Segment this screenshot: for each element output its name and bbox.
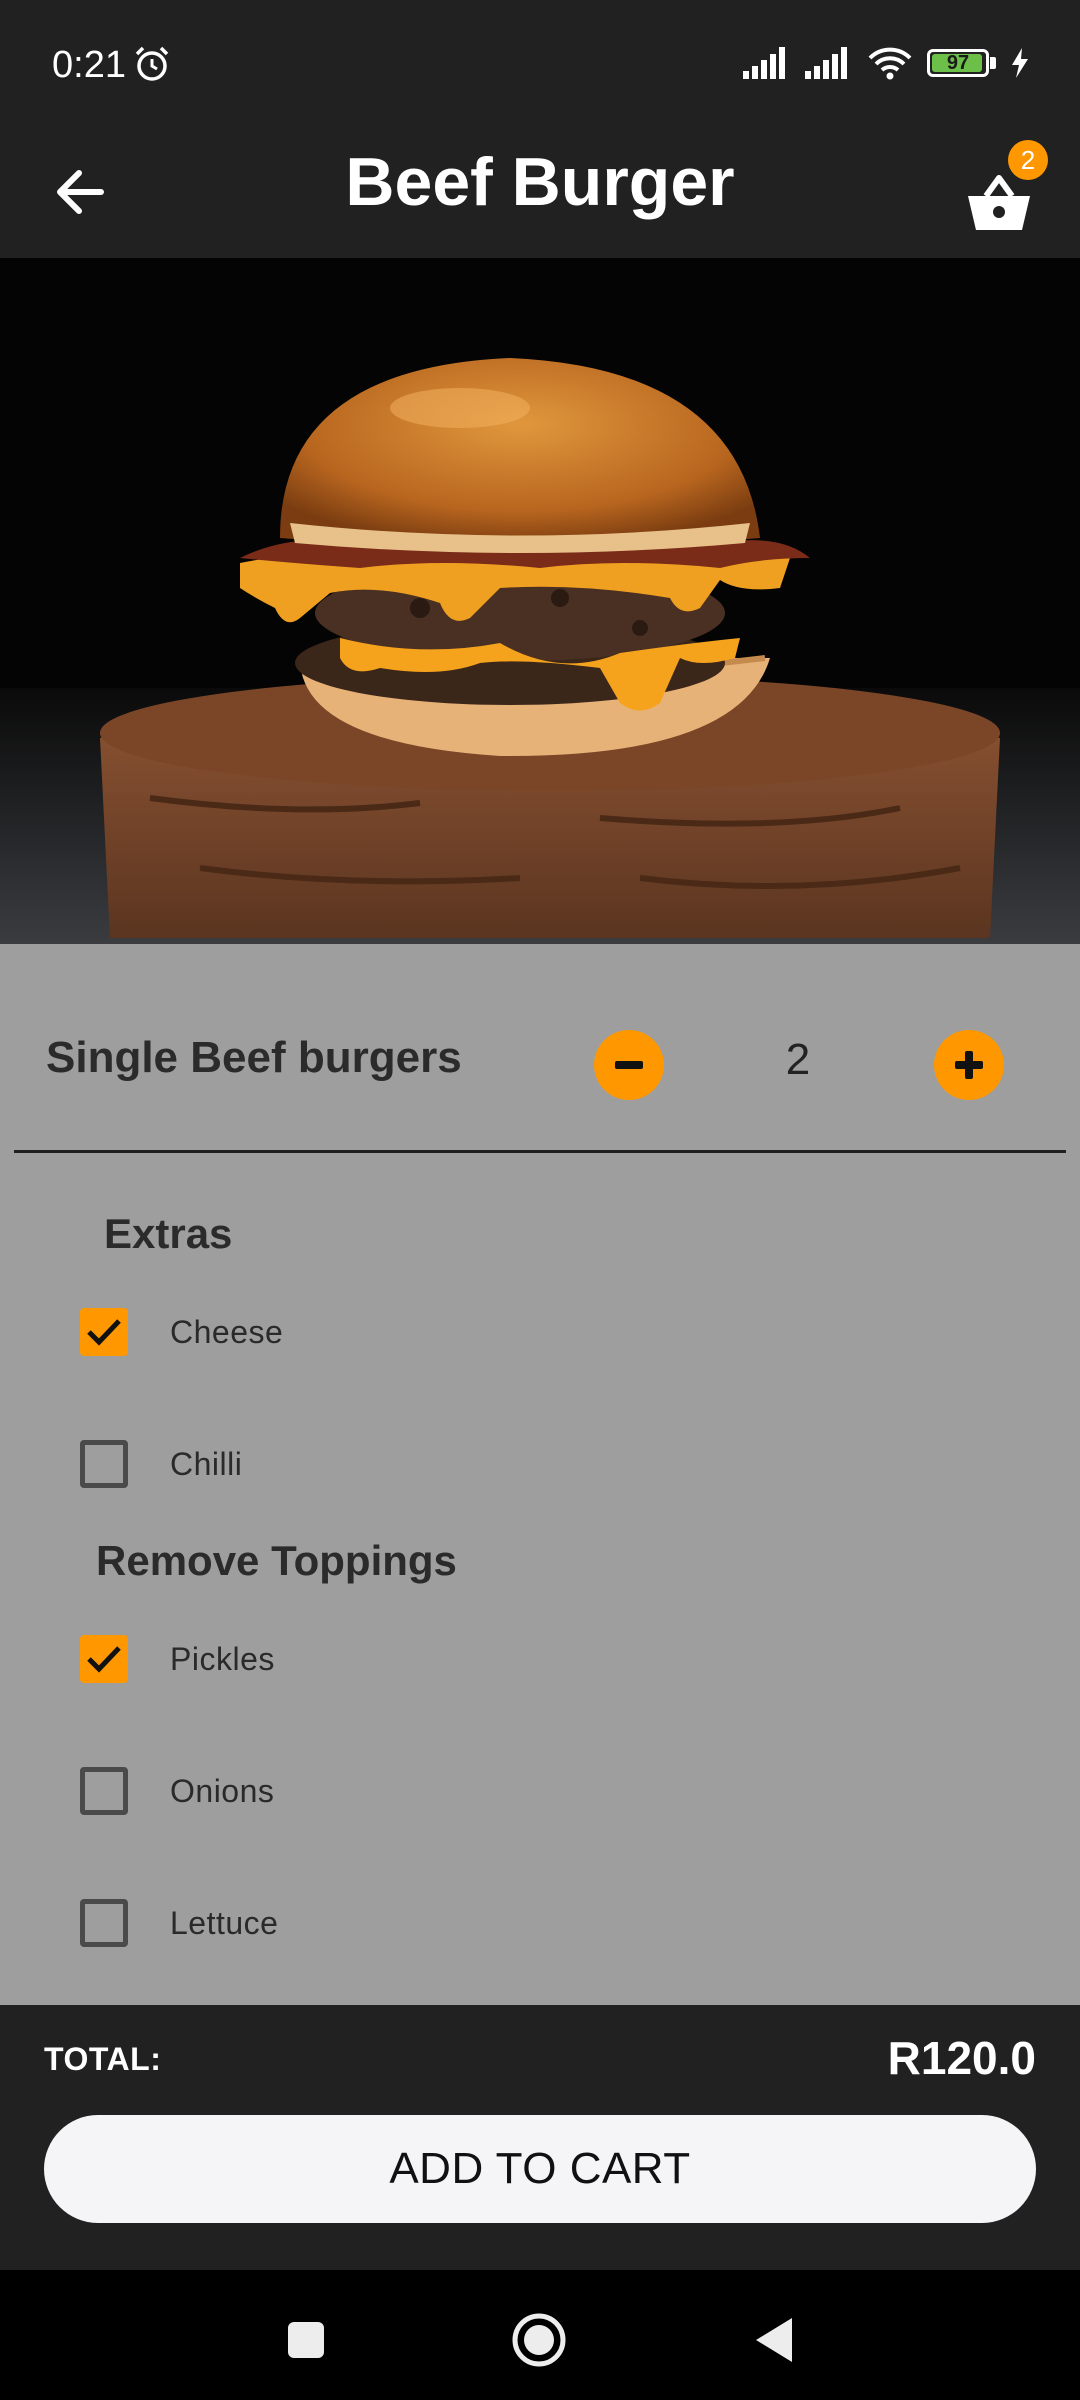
option-label: Lettuce bbox=[170, 1904, 279, 1941]
total-value: R120.0 bbox=[887, 2032, 1036, 2084]
option-label: Chilli bbox=[170, 1445, 243, 1482]
status-icons: 97 bbox=[743, 46, 1030, 80]
system-nav-bar bbox=[0, 2270, 1080, 2400]
option-onions[interactable]: Onions bbox=[80, 1761, 274, 1821]
basket-icon bbox=[968, 175, 1030, 230]
burger-illustration bbox=[0, 258, 1080, 944]
product-image bbox=[0, 258, 1080, 944]
checkbox-chilli[interactable] bbox=[80, 1440, 128, 1488]
checkout-bar: TOTAL: R120.0 ADD TO CART bbox=[0, 2005, 1080, 2270]
option-pickles[interactable]: Pickles bbox=[80, 1629, 275, 1689]
cart-count-badge: 2 bbox=[1008, 140, 1048, 180]
option-chilli[interactable]: Chilli bbox=[80, 1434, 242, 1494]
nav-recents-icon bbox=[288, 2322, 324, 2358]
signal-icon bbox=[805, 47, 847, 79]
page-title: Beef Burger bbox=[345, 144, 735, 220]
back-button[interactable] bbox=[40, 152, 120, 232]
increase-quantity-button[interactable] bbox=[934, 1030, 1004, 1100]
extras-title: Extras bbox=[104, 1210, 233, 1257]
checkbox-pickles[interactable] bbox=[80, 1635, 128, 1683]
nav-back-button[interactable] bbox=[744, 2310, 804, 2370]
check-icon bbox=[87, 1646, 121, 1673]
plus-icon bbox=[955, 1051, 983, 1079]
total-label: TOTAL: bbox=[44, 2041, 162, 2077]
quantity-value: 2 bbox=[785, 1035, 811, 1084]
cart-button[interactable]: 2 bbox=[950, 140, 1050, 240]
check-icon bbox=[87, 1319, 121, 1346]
nav-back-icon bbox=[756, 2318, 792, 2362]
product-name: Single Beef burgers bbox=[46, 1033, 462, 1082]
quantity-row: Single Beef burgers 2 bbox=[0, 985, 1080, 1145]
back-arrow-icon bbox=[57, 170, 104, 214]
wifi-icon bbox=[868, 47, 912, 80]
nav-home-button[interactable] bbox=[509, 2310, 569, 2370]
option-lettuce[interactable]: Lettuce bbox=[80, 1893, 278, 1953]
divider bbox=[14, 1150, 1066, 1153]
minus-icon bbox=[615, 1061, 643, 1069]
battery-icon: 97 bbox=[927, 49, 989, 77]
status-time: 0:21 bbox=[52, 44, 126, 86]
add-to-cart-button[interactable]: ADD TO CART bbox=[44, 2115, 1036, 2223]
charging-icon bbox=[1012, 48, 1028, 78]
nav-home-icon bbox=[512, 2313, 566, 2367]
option-label: Onions bbox=[170, 1772, 275, 1809]
alarm-icon bbox=[135, 46, 169, 81]
signal-icon bbox=[743, 47, 785, 79]
checkbox-lettuce[interactable] bbox=[80, 1899, 128, 1947]
battery-level: 97 bbox=[946, 51, 970, 74]
app-bar: Beef Burger 2 bbox=[0, 130, 1080, 258]
option-label: Cheese bbox=[170, 1313, 284, 1350]
checkbox-cheese[interactable] bbox=[80, 1308, 128, 1356]
option-label: Pickles bbox=[170, 1640, 275, 1677]
nav-recents-button[interactable] bbox=[276, 2310, 336, 2370]
decrease-quantity-button[interactable] bbox=[594, 1030, 664, 1100]
remove-toppings-title: Remove Toppings bbox=[96, 1537, 457, 1584]
option-cheese[interactable]: Cheese bbox=[80, 1302, 283, 1362]
checkbox-onions[interactable] bbox=[80, 1767, 128, 1815]
status-bar: 0:21 97 bbox=[0, 0, 1080, 130]
